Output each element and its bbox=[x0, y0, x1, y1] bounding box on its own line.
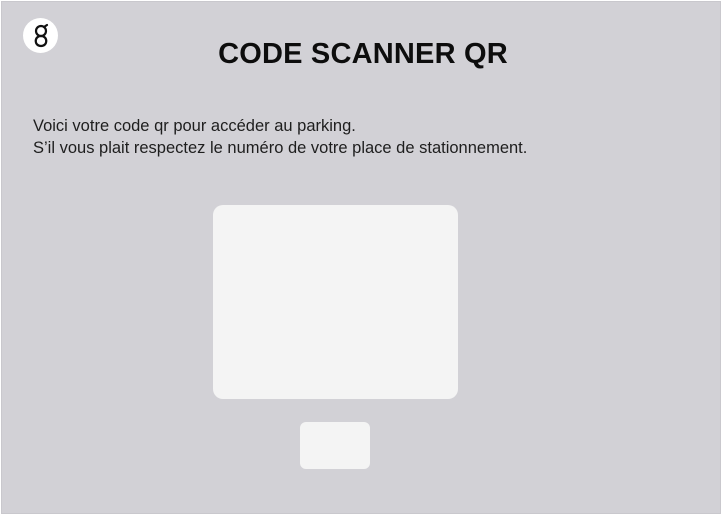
instruction-line-1: Voici votre code qr pour accéder au park… bbox=[33, 117, 356, 135]
instruction-text: Voici votre code qr pour accéder au park… bbox=[33, 115, 693, 159]
page-title: CODE SCANNER QR bbox=[218, 38, 508, 70]
qr-code-placeholder bbox=[213, 205, 458, 399]
scanner-screen: CODE SCANNER QR Voici votre code qr pour… bbox=[1, 1, 721, 514]
instruction-line-2: S’il vous plait respectez le numéro de v… bbox=[33, 139, 528, 157]
action-button[interactable] bbox=[300, 422, 370, 469]
